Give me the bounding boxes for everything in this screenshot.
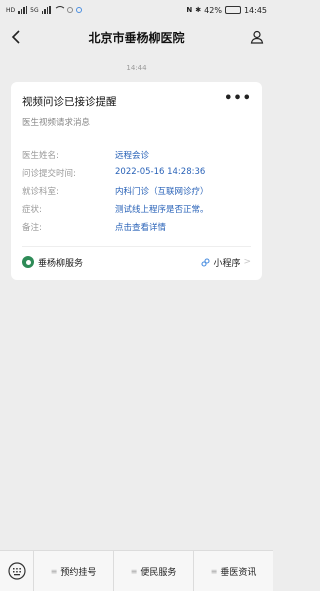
page-title: 北京市垂杨柳医院 — [88, 30, 185, 45]
person-icon — [250, 30, 264, 44]
network-label: 5G — [30, 6, 39, 14]
view-details-link[interactable]: 点击查看详情 — [115, 221, 166, 233]
status-right: N ✱ 42% 14:45 — [186, 6, 267, 15]
mini-program-icon — [201, 257, 210, 267]
field-submit-time: 问诊提交时间: 2022-05-16 14:28:36 — [22, 167, 252, 179]
battery-percent: 42% — [204, 5, 222, 15]
menu-lines-icon: ≡ — [210, 566, 218, 576]
field-label: 问诊提交时间: — [22, 169, 76, 179]
field-doctor-name: 医生姓名: 远程会诊 — [22, 149, 252, 161]
service-source: 垂杨柳服务 — [22, 256, 83, 269]
field-label: 症状: — [22, 205, 42, 215]
message-timestamp: 14:44 — [126, 64, 147, 72]
clock: 14:45 — [243, 5, 267, 15]
mini-program-link[interactable]: 小程序 > — [201, 256, 251, 269]
chevron-right-icon: > — [243, 257, 251, 267]
chevron-left-icon — [11, 30, 20, 44]
menu-item-label: 预约挂号 — [60, 567, 97, 578]
field-label: 备注: — [22, 223, 42, 233]
keyboard-icon — [7, 562, 26, 580]
menu-item-services[interactable]: ≡ 便民服务 — [114, 550, 194, 591]
menu-item-label: 便民服务 — [140, 567, 177, 578]
nfc-icon: N — [186, 6, 193, 14]
field-department: 就诊科室: 内科门诊（互联网诊疗） — [22, 185, 252, 197]
shield-icon — [75, 7, 82, 13]
bottom-menu-bar: ≡ 预约挂号 ≡ 便民服务 ≡ 垂医资讯 — [0, 550, 273, 591]
back-button[interactable] — [6, 27, 26, 47]
field-label: 医生姓名: — [22, 151, 59, 161]
status-bar: HD 5G N ✱ 42% 14:45 — [0, 0, 273, 20]
card-subtitle: 医生视频请求消息 — [22, 118, 91, 128]
nav-bar: 北京市垂杨柳医院 — [0, 22, 273, 52]
field-value: 远程会诊 — [115, 151, 150, 161]
field-value: 内科门诊（互联网诊疗） — [115, 187, 209, 197]
notification-icon — [66, 7, 73, 13]
menu-item-label: 垂医资讯 — [220, 567, 257, 578]
signal-icon — [18, 6, 28, 14]
hospital-logo-icon — [22, 256, 34, 268]
card-title: 视频问诊已接诊提醒 — [22, 96, 117, 108]
status-left: HD 5G — [6, 6, 82, 14]
keyboard-toggle-button[interactable] — [0, 550, 34, 591]
profile-button[interactable] — [247, 27, 267, 47]
battery-icon — [224, 6, 241, 14]
hd-label: HD — [6, 6, 16, 14]
wifi-icon — [53, 6, 66, 14]
menu-item-appointment[interactable]: ≡ 预约挂号 — [34, 550, 114, 591]
field-symptoms: 症状: 测试线上程序是否正常。 — [22, 203, 252, 215]
service-name: 垂杨柳服务 — [38, 258, 84, 269]
more-options-icon[interactable]: ••• — [224, 91, 252, 106]
signal-icon-2 — [41, 6, 51, 14]
mini-program-label: 小程序 — [213, 258, 241, 269]
field-remarks: 备注: 点击查看详情 — [22, 221, 252, 233]
message-card[interactable]: 视频问诊已接诊提醒 ••• 医生视频请求消息 医生姓名: 远程会诊 问诊提交时间… — [11, 82, 262, 280]
field-label: 就诊科室: — [22, 187, 59, 197]
menu-lines-icon: ≡ — [50, 566, 58, 576]
bluetooth-icon: ✱ — [195, 6, 202, 14]
menu-lines-icon: ≡ — [130, 566, 138, 576]
field-value: 测试线上程序是否正常。 — [115, 205, 209, 215]
card-footer[interactable]: 垂杨柳服务 小程序 > — [22, 252, 251, 272]
divider — [22, 246, 251, 247]
menu-item-news[interactable]: ≡ 垂医资讯 — [194, 551, 273, 591]
field-value: 2022-05-16 14:28:36 — [115, 167, 206, 177]
